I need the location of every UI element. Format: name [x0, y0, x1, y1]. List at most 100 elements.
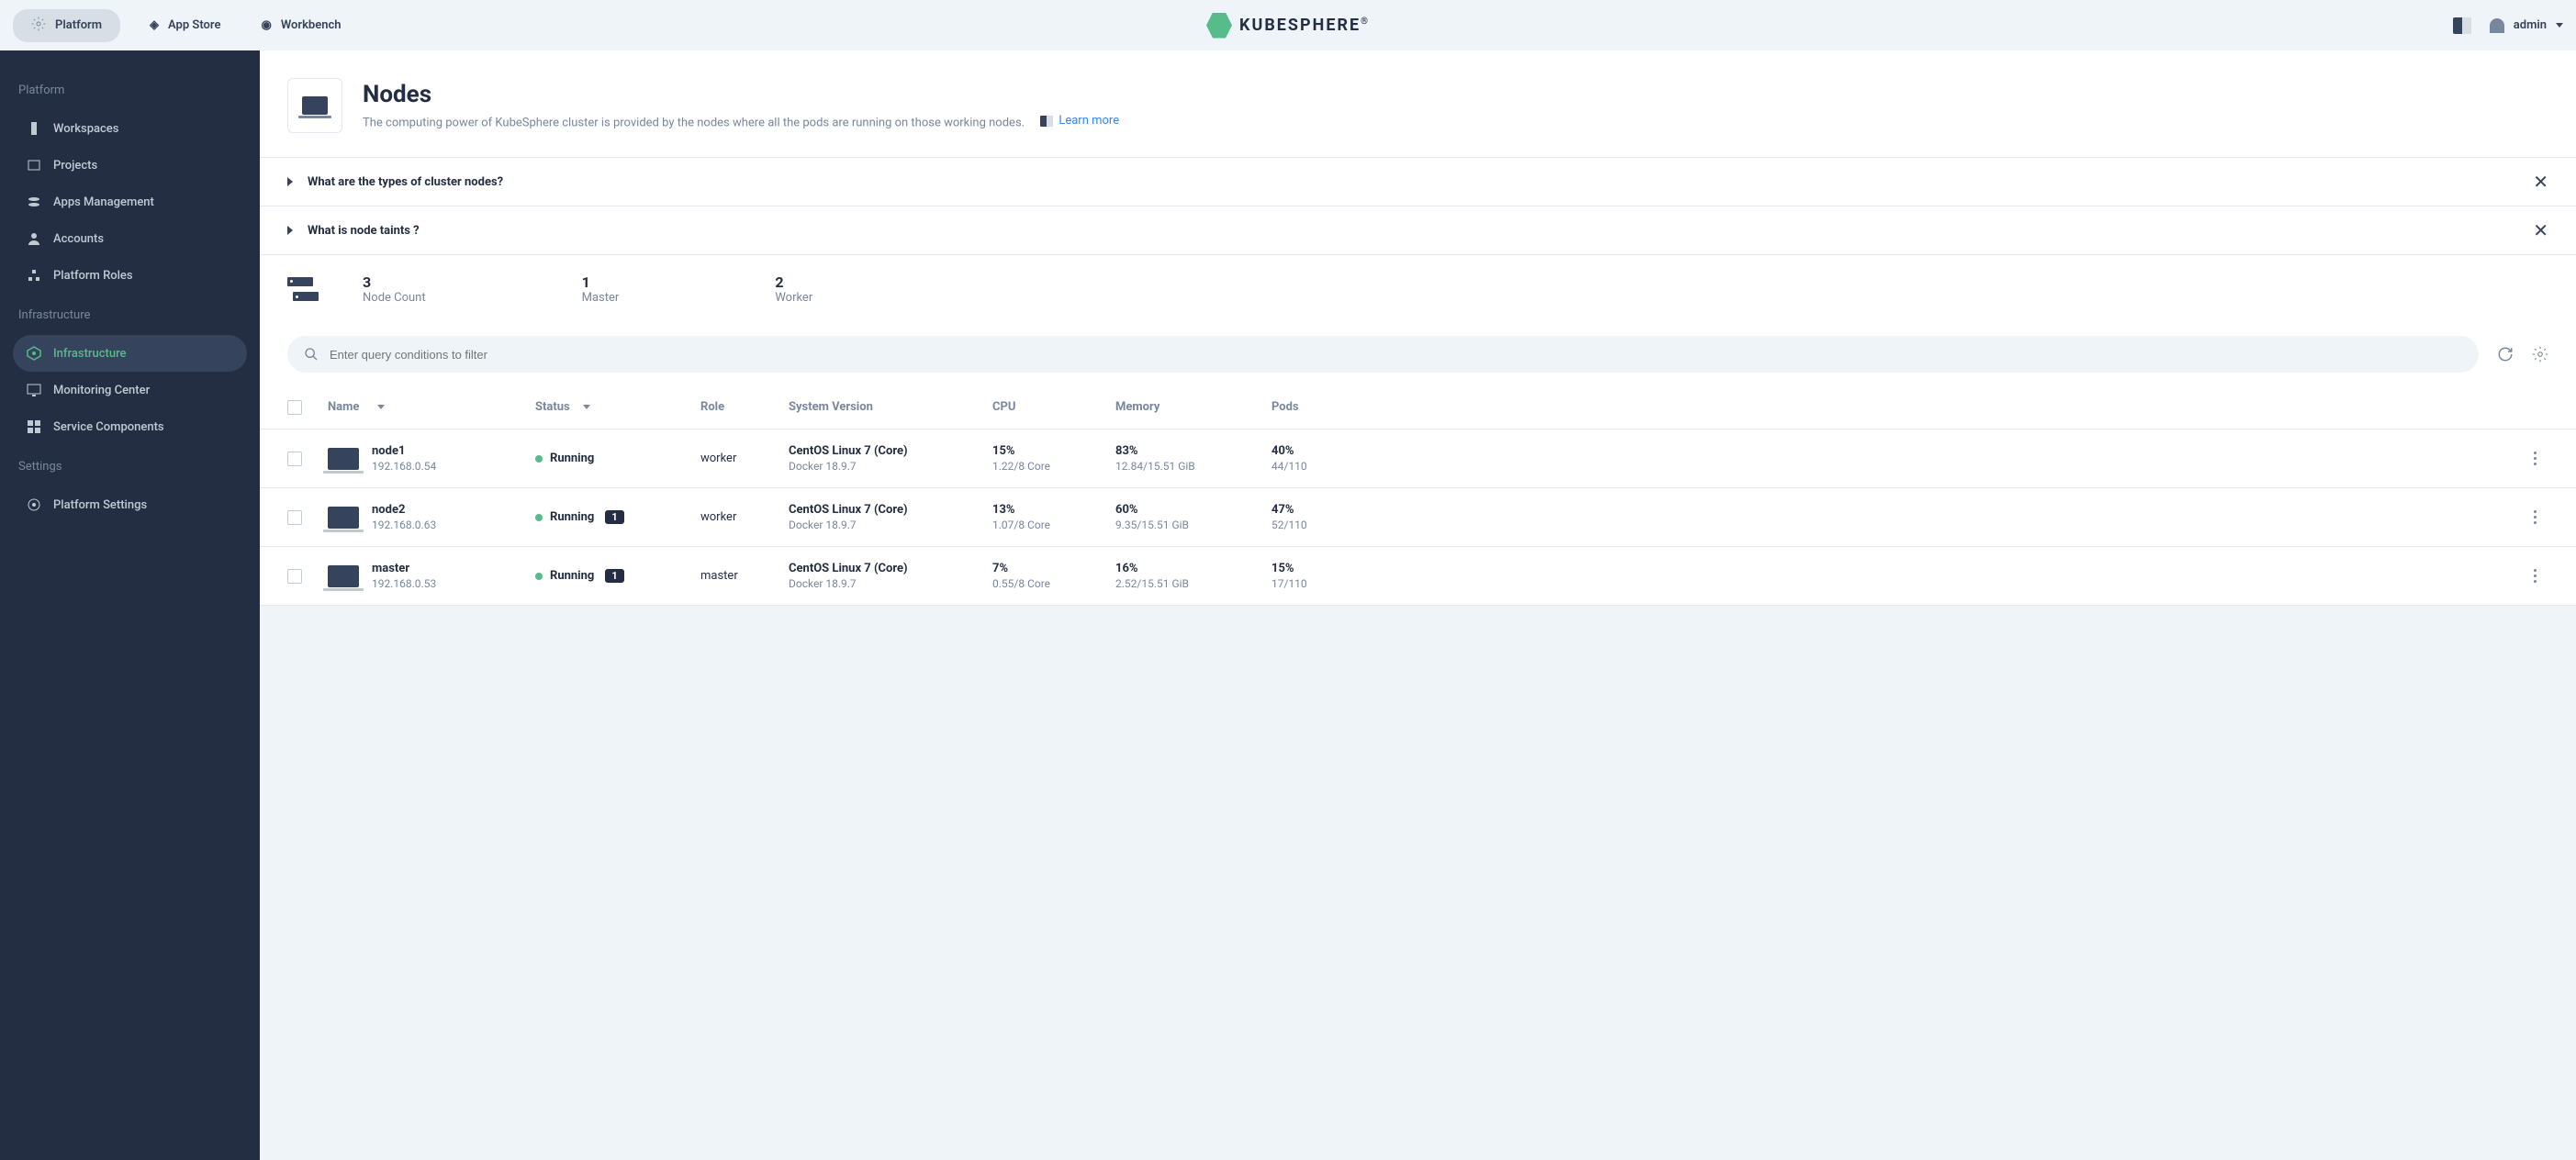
- os-version: CentOS Linux 7 (Core): [789, 503, 992, 517]
- sidebar: Platform WorkspacesProjects Apps Managemen…: [0, 50, 260, 1160]
- cpu-pct: 15%: [992, 444, 1115, 458]
- col-memory-header: Memory: [1115, 400, 1271, 414]
- node-ip: 192.168.0.53: [372, 577, 436, 590]
- refresh-icon[interactable]: [2497, 346, 2514, 362]
- status-badge: 1: [605, 569, 623, 583]
- pods-pct: 47%: [1271, 503, 1372, 517]
- row-checkbox[interactable]: [287, 510, 302, 525]
- book-icon: [1040, 116, 1053, 127]
- sidebar-item-label: Service Components: [53, 420, 164, 434]
- settings-icon: [26, 496, 42, 513]
- search-box[interactable]: [287, 336, 2479, 373]
- nav-section-title: Platform: [13, 76, 247, 105]
- row-actions-menu[interactable]: [2534, 569, 2537, 583]
- select-all-checkbox[interactable]: [287, 400, 302, 415]
- stat-label: Node Count: [363, 291, 426, 305]
- row-actions-menu[interactable]: [2534, 510, 2537, 524]
- row-checkbox[interactable]: [287, 452, 302, 466]
- nodes-stat-icon: [287, 277, 320, 301]
- sort-icon: [377, 405, 385, 409]
- search-input[interactable]: [330, 348, 2462, 362]
- table-row[interactable]: master192.168.0.53Running1masterCentOS L…: [260, 547, 2576, 606]
- accounts-icon: [26, 230, 42, 247]
- stat-item: 2Worker: [775, 273, 812, 305]
- node-name: node2: [372, 503, 436, 517]
- nodes-table: Name Status Role System Version CPU Memo…: [260, 385, 2576, 606]
- mem-pct: 83%: [1115, 444, 1271, 458]
- mem-detail: 9.35/15.51 GiB: [1115, 519, 1271, 531]
- close-icon[interactable]: ✕: [2533, 171, 2548, 193]
- workbench-button[interactable]: ◉ Workbench: [250, 11, 352, 39]
- components-icon: [26, 418, 42, 435]
- sidebar-item-label: Apps Management: [53, 195, 154, 209]
- sidebar-item-accounts[interactable]: Accounts: [13, 220, 247, 257]
- mem-detail: 12.84/15.51 GiB: [1115, 460, 1271, 473]
- node-name: master: [372, 562, 436, 575]
- workspaces-icon: [26, 120, 42, 137]
- mem-pct: 60%: [1115, 503, 1271, 517]
- row-actions-menu[interactable]: [2534, 452, 2537, 465]
- faq-question: What is node taints ?: [308, 224, 2533, 238]
- appstore-icon: ◈: [150, 18, 159, 32]
- app-store-button[interactable]: ◈ App Store: [139, 11, 231, 39]
- node-icon: [328, 507, 359, 529]
- logo[interactable]: KUBESPHERE®: [1206, 13, 1370, 39]
- sidebar-item-workspaces[interactable]: Workspaces: [13, 110, 247, 147]
- sidebar-item-infrastructure[interactable]: Infrastructure: [13, 335, 247, 372]
- col-name-header[interactable]: Name: [328, 400, 535, 414]
- docker-version: Docker 18.9.7: [789, 460, 992, 473]
- faq-row[interactable]: What are the types of cluster nodes?✕: [260, 157, 2576, 206]
- topbar: Platform ◈ App Store ◉ Workbench KUBESPH…: [0, 0, 2576, 50]
- faq-row[interactable]: What is node taints ?✕: [260, 206, 2576, 255]
- sidebar-item-platform-settings[interactable]: Platform Settings: [13, 486, 247, 523]
- sidebar-item-label: Platform Roles: [53, 269, 133, 283]
- page-header: Nodes The computing power of KubeSphere …: [260, 50, 2576, 157]
- sidebar-item-monitoring-center[interactable]: Monitoring Center: [13, 372, 247, 408]
- status-dot-icon: [535, 514, 543, 521]
- mem-pct: 16%: [1115, 562, 1271, 575]
- close-icon[interactable]: ✕: [2533, 219, 2548, 241]
- nav-section-title: Infrastructure: [13, 301, 247, 329]
- cpu-cores: 1.22/8 Core: [992, 460, 1115, 473]
- stat-item: 3Node Count: [363, 273, 426, 305]
- learn-more-link[interactable]: Learn more: [1040, 114, 1119, 128]
- stats-bar: 3Node Count 1Master 2Worker: [260, 255, 2576, 323]
- avatar-icon: [2490, 18, 2504, 33]
- row-checkbox[interactable]: [287, 569, 302, 584]
- col-status-header[interactable]: Status: [535, 400, 700, 414]
- platform-button[interactable]: Platform: [13, 9, 120, 42]
- sidebar-item-label: Monitoring Center: [53, 384, 150, 397]
- status-label: Running: [550, 452, 594, 465]
- user-menu[interactable]: admin: [2490, 18, 2563, 33]
- stat-value: 3: [363, 273, 426, 291]
- sidebar-item-platform-roles[interactable]: Platform Roles: [13, 257, 247, 294]
- faq-question: What are the types of cluster nodes?: [308, 175, 2533, 189]
- sidebar-item-apps-management[interactable]: Apps Management: [13, 184, 247, 220]
- cpu-pct: 7%: [992, 562, 1115, 575]
- stat-item: 1Master: [582, 273, 620, 305]
- settings-icon[interactable]: [2532, 346, 2548, 362]
- table-row[interactable]: node2192.168.0.63Running1workerCentOS Li…: [260, 488, 2576, 547]
- status-badge: 1: [605, 510, 623, 524]
- sidebar-item-service-components[interactable]: Service Components: [13, 408, 247, 445]
- col-system-header: System Version: [789, 400, 992, 414]
- table-row[interactable]: node1192.168.0.54RunningworkerCentOS Lin…: [260, 429, 2576, 488]
- sidebar-item-label: Infrastructure: [53, 347, 127, 361]
- logo-icon: [1206, 13, 1232, 39]
- stat-value: 1: [582, 273, 620, 291]
- status-label: Running: [550, 569, 594, 583]
- os-version: CentOS Linux 7 (Core): [789, 562, 992, 575]
- pods-pct: 40%: [1271, 444, 1372, 458]
- cpu-cores: 1.07/8 Core: [992, 519, 1115, 531]
- cpu-pct: 13%: [992, 503, 1115, 517]
- roles-icon: [26, 267, 42, 284]
- col-role-header: Role: [700, 400, 789, 414]
- status-dot-icon: [535, 455, 543, 463]
- sidebar-item-projects[interactable]: Projects: [13, 147, 247, 184]
- page-description: The computing power of KubeSphere cluste…: [363, 117, 1025, 130]
- workbench-icon: ◉: [261, 18, 271, 32]
- projects-icon: [26, 157, 42, 173]
- cpu-cores: 0.55/8 Core: [992, 577, 1115, 590]
- docs-icon[interactable]: [2453, 17, 2471, 34]
- pods-detail: 44/110: [1271, 460, 1372, 473]
